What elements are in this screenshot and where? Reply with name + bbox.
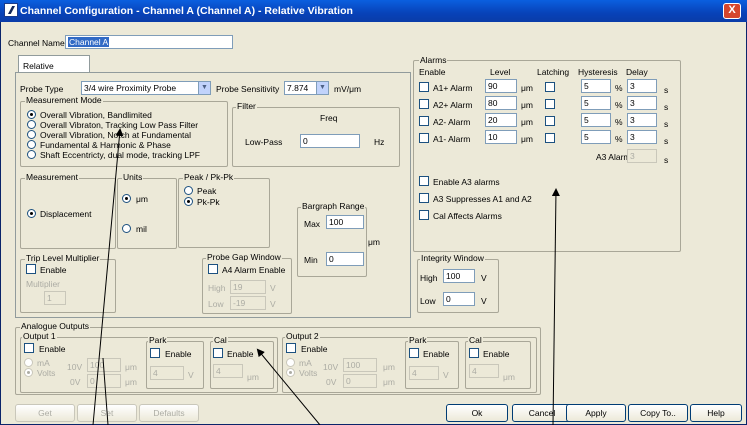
arrow-to-output1 bbox=[102, 357, 109, 425]
arrow-to-alarm-options bbox=[551, 188, 560, 425]
annotation-arrows bbox=[92, 128, 560, 425]
arrow-to-cal-enable bbox=[256, 348, 321, 425]
arrow-to-measurement-mode bbox=[92, 128, 124, 425]
